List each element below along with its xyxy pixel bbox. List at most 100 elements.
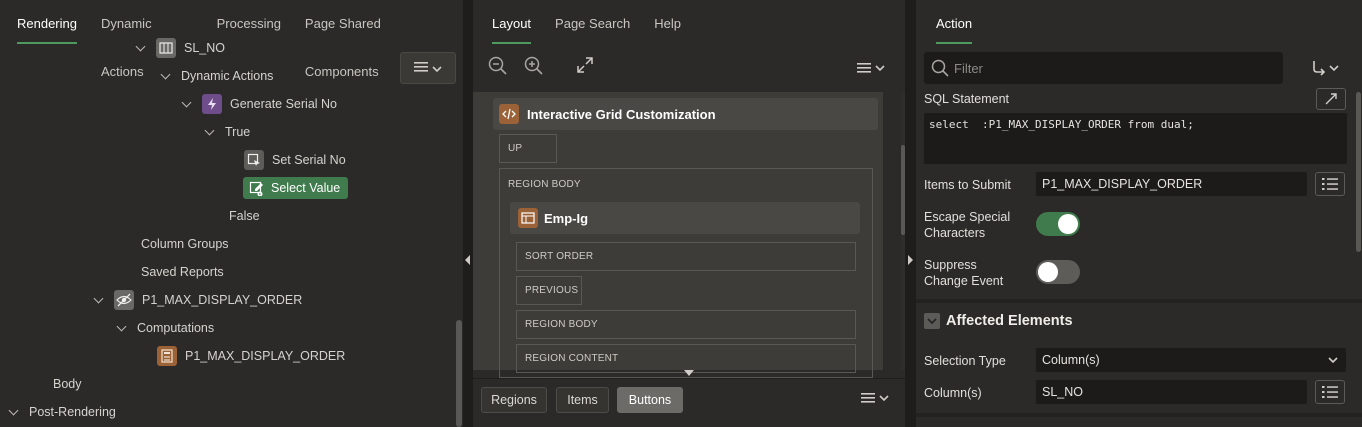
slot-previous[interactable]: PREVIOUS bbox=[516, 276, 582, 305]
chevron-down-icon[interactable] bbox=[203, 125, 217, 139]
selected-tree-node[interactable]: Select Value bbox=[243, 177, 349, 199]
tree-node-p1-max-display-order[interactable]: P1_MAX_DISPLAY_ORDER bbox=[92, 287, 302, 313]
slot-sort-order[interactable]: SORT ORDER bbox=[516, 242, 856, 271]
tree-label: Set Serial No bbox=[272, 153, 346, 167]
lightning-icon bbox=[202, 94, 222, 114]
slot-region-content[interactable]: REGION CONTENT bbox=[516, 344, 856, 373]
property-scrollbar[interactable] bbox=[1356, 92, 1361, 252]
tab-help[interactable]: Help bbox=[642, 0, 693, 48]
gallery-items-button[interactable]: Items bbox=[556, 387, 609, 413]
group-divider bbox=[916, 413, 1362, 417]
slot-up[interactable]: UP bbox=[499, 134, 557, 163]
tree-label: Column Groups bbox=[141, 237, 229, 251]
tree-node-generate-serial-no[interactable]: Generate Serial No bbox=[180, 91, 337, 117]
column-icon bbox=[156, 38, 176, 58]
sql-statement-label: SQL Statement bbox=[924, 92, 1009, 106]
tab-rendering[interactable]: Rendering bbox=[5, 0, 89, 48]
zoom-in-icon[interactable] bbox=[524, 56, 544, 81]
tree-node-computations[interactable]: Computations bbox=[115, 315, 214, 341]
gallery-buttons-button[interactable]: Buttons bbox=[617, 387, 683, 413]
group-divider bbox=[916, 299, 1362, 303]
columns-label: Column(s) bbox=[924, 386, 982, 400]
affected-elements-header[interactable]: Affected Elements bbox=[924, 313, 1073, 329]
gallery-bar: Regions Items Buttons bbox=[473, 378, 905, 427]
tree-label: True bbox=[225, 125, 251, 139]
filter-placeholder: Filter bbox=[954, 60, 983, 76]
tree-node-post-rendering[interactable]: Post-Rendering bbox=[7, 399, 116, 425]
left-tabs: Rendering Dynamic Actions Processing Pag… bbox=[0, 0, 463, 79]
suppress-change-toggle[interactable] bbox=[1036, 260, 1080, 284]
external-edit-icon bbox=[1325, 93, 1337, 105]
chevron-down-icon[interactable] bbox=[115, 321, 129, 335]
tree-node-saved-reports[interactable]: Saved Reports bbox=[141, 259, 224, 285]
region-interactive-grid-customization[interactable]: Interactive Grid Customization bbox=[493, 98, 878, 130]
tree-node-dynamic-actions[interactable]: Dynamic Actions bbox=[159, 63, 273, 89]
collapse-left-icon[interactable] bbox=[465, 255, 471, 265]
rendering-pane: Rendering Dynamic Actions Processing Pag… bbox=[0, 0, 463, 427]
filter-input[interactable]: Filter bbox=[924, 52, 1283, 84]
section-title: Affected Elements bbox=[946, 313, 1073, 329]
expand-icon[interactable] bbox=[576, 56, 594, 79]
gallery-regions-button[interactable]: Regions bbox=[481, 387, 547, 413]
tab-layout[interactable]: Layout bbox=[480, 0, 543, 48]
tree-label: Post-Rendering bbox=[29, 405, 116, 419]
chevron-down-icon[interactable] bbox=[134, 41, 148, 55]
columns-list-button[interactable] bbox=[1315, 380, 1345, 404]
right-splitter[interactable] bbox=[905, 0, 916, 427]
set-value-icon bbox=[244, 150, 264, 170]
columns-input[interactable]: SL_NO bbox=[1036, 380, 1307, 404]
go-to-group-icon[interactable] bbox=[1311, 60, 1343, 79]
tree-label: P1_MAX_DISPLAY_ORDER bbox=[142, 293, 303, 307]
tree-label: P1_MAX_DISPLAY_ORDER bbox=[185, 349, 346, 363]
escape-special-label: Escape Special Characters bbox=[924, 210, 1011, 240]
collapse-toggle-icon[interactable] bbox=[924, 313, 940, 329]
calculator-icon bbox=[157, 346, 177, 366]
tree-scrollbar[interactable] bbox=[456, 320, 462, 427]
chevron-down-icon bbox=[1328, 357, 1338, 364]
region-emp-ig[interactable]: Emp-Ig bbox=[510, 202, 860, 234]
tab-action[interactable]: Action bbox=[924, 0, 984, 48]
gallery-menu-icon[interactable] bbox=[861, 391, 891, 408]
tree-node-true[interactable]: True bbox=[203, 119, 250, 145]
tree-node-computation-item[interactable]: P1_MAX_DISPLAY_ORDER bbox=[157, 343, 345, 369]
toggle-knob bbox=[1058, 214, 1078, 234]
layout-pane: Layout Page Search Help Interactive Grid… bbox=[473, 0, 905, 427]
tree-node-column-groups[interactable]: Column Groups bbox=[141, 231, 229, 257]
tree-label: False bbox=[229, 209, 260, 223]
tree-node-sl-no[interactable]: SL_NO bbox=[134, 35, 225, 61]
slot-region-body-inner[interactable]: REGION BODY bbox=[516, 310, 856, 339]
tree-label: Dynamic Actions bbox=[181, 69, 274, 83]
suppress-change-label: Suppress Change Event bbox=[924, 258, 1004, 288]
chevron-down-icon[interactable] bbox=[159, 69, 173, 83]
region-title: Interactive Grid Customization bbox=[527, 106, 716, 122]
right-tabs: Action bbox=[916, 0, 1362, 48]
sql-statement-textarea[interactable]: select :P1_MAX_DISPLAY_ORDER from dual; bbox=[924, 113, 1347, 164]
selection-type-select[interactable]: Column(s) bbox=[1036, 348, 1346, 372]
collapse-right-icon[interactable] bbox=[908, 255, 914, 265]
tab-page-shared-components[interactable]: Page Shared Components bbox=[293, 0, 463, 79]
tree-label: Body bbox=[53, 377, 82, 391]
chevron-down-icon[interactable] bbox=[92, 293, 106, 307]
code-editor-button[interactable] bbox=[1316, 88, 1346, 110]
items-to-submit-input[interactable]: P1_MAX_DISPLAY_ORDER bbox=[1036, 172, 1307, 196]
left-splitter[interactable] bbox=[463, 0, 473, 427]
tree-node-select-value[interactable]: Select Value bbox=[243, 175, 349, 201]
layout-canvas[interactable]: Interactive Grid Customization UP REGION… bbox=[473, 92, 883, 378]
layout-menu-icon[interactable] bbox=[857, 59, 887, 80]
search-icon bbox=[931, 59, 949, 80]
tree-node-set-serial-no[interactable]: Set Serial No bbox=[244, 147, 346, 173]
items-to-submit-label: Items to Submit bbox=[924, 178, 1011, 192]
items-to-submit-list-button[interactable] bbox=[1315, 172, 1345, 196]
escape-special-toggle[interactable] bbox=[1036, 212, 1080, 236]
tree-menu-button[interactable] bbox=[400, 52, 456, 84]
tab-page-search[interactable]: Page Search bbox=[543, 0, 642, 48]
chevron-down-icon[interactable] bbox=[7, 405, 21, 419]
tree-node-body[interactable]: Body bbox=[53, 371, 82, 397]
select-value: Column(s) bbox=[1042, 353, 1100, 367]
zoom-out-icon[interactable] bbox=[488, 56, 508, 81]
mid-tabs: Layout Page Search Help bbox=[473, 0, 905, 48]
resize-down-icon[interactable] bbox=[684, 370, 694, 376]
list-icon bbox=[1322, 386, 1338, 398]
tree-node-false[interactable]: False bbox=[229, 203, 260, 229]
chevron-down-icon[interactable] bbox=[180, 97, 194, 111]
